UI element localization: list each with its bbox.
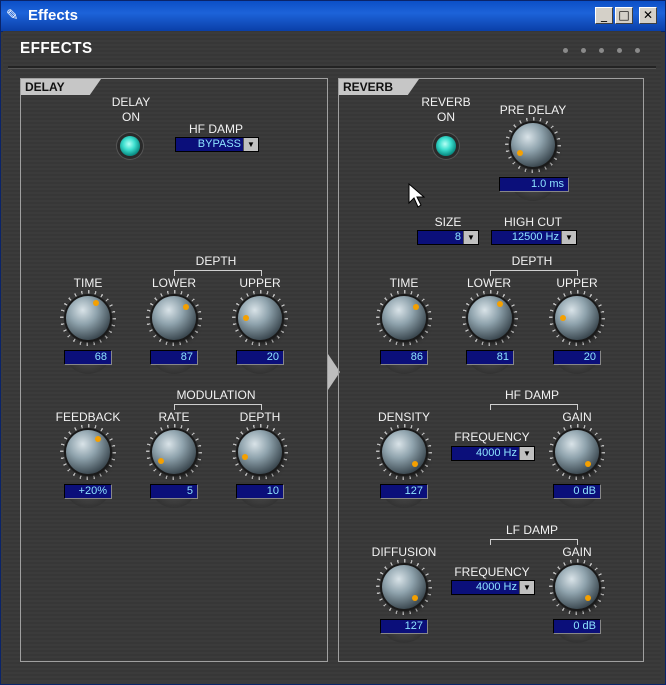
chevron-down-icon[interactable]: ▼ <box>519 581 534 594</box>
diffusion-label: DIFFUSION <box>371 545 437 559</box>
delay-upper-knob[interactable] <box>232 290 288 346</box>
window-title: Effects <box>28 7 79 24</box>
reverb-tab: REVERB <box>339 79 419 95</box>
app-icon: ✎ <box>6 7 19 24</box>
delay-time-knob[interactable] <box>60 290 116 346</box>
delay-mod-depth-label: DEPTH <box>239 410 281 424</box>
high-cut-select[interactable]: 12500 Hz ▼ <box>491 230 577 245</box>
hf-gain-knob[interactable] <box>549 424 605 480</box>
hf-frequency-value: 4000 Hz <box>476 447 517 459</box>
delay-depth-group-label: DEPTH <box>195 254 237 268</box>
delay-time-value[interactable]: 68 <box>64 350 112 365</box>
reverb-lower-value[interactable]: 81 <box>466 350 514 365</box>
grip-dot <box>581 48 586 53</box>
grip-dot <box>563 48 568 53</box>
pre-delay-label: PRE DELAY <box>499 103 567 117</box>
size-value: 8 <box>454 231 461 243</box>
grip-dot <box>635 48 640 53</box>
size-select[interactable]: 8 ▼ <box>417 230 479 245</box>
header-divider <box>8 66 656 69</box>
delay-upper-label: UPPER <box>239 276 281 290</box>
minimize-button[interactable]: _ <box>595 7 613 24</box>
high-cut-value: 12500 Hz <box>511 231 559 243</box>
delay-rate-knob[interactable] <box>146 424 202 480</box>
delay-upper-value[interactable]: 20 <box>236 350 284 365</box>
delay-lower-value[interactable]: 87 <box>150 350 198 365</box>
grip-dot <box>617 48 622 53</box>
lf-frequency-value: 4000 Hz <box>476 581 517 593</box>
hf-frequency-label: FREQUENCY <box>454 430 530 444</box>
delay-on-label: DELAY ON <box>111 95 151 124</box>
delay-time-label: TIME <box>73 276 103 290</box>
diffusion-knob[interactable] <box>376 559 432 615</box>
delay-lower-knob[interactable] <box>146 290 202 346</box>
reverb-depth-group-label: DEPTH <box>511 254 553 268</box>
reverb-time-label: TIME <box>389 276 419 290</box>
grip-dot <box>599 48 604 53</box>
pre-delay-value[interactable]: 1.0 ms <box>499 177 569 192</box>
delay-lower-label: LOWER <box>151 276 197 290</box>
density-value[interactable]: 127 <box>380 484 428 499</box>
delay-hf-damp-select[interactable]: BYPASS ▼ <box>175 137 259 152</box>
lf-frequency-label: FREQUENCY <box>454 565 530 579</box>
lf-gain-knob[interactable] <box>549 559 605 615</box>
delay-rate-value[interactable]: 5 <box>150 484 198 499</box>
delay-hf-damp-value: BYPASS <box>197 138 241 150</box>
delay-feedback-value[interactable]: +20% <box>64 484 112 499</box>
lf-gain-value[interactable]: 0 dB <box>553 619 601 634</box>
size-label: SIZE <box>434 215 462 229</box>
mouse-cursor-icon <box>408 183 426 208</box>
delay-rate-label: RATE <box>158 410 190 424</box>
delay-feedback-label: FEEDBACK <box>55 410 121 424</box>
delay-mod-depth-knob[interactable] <box>232 424 288 480</box>
hf-frequency-select[interactable]: 4000 Hz ▼ <box>451 446 535 461</box>
hf-gain-label: GAIN <box>562 410 592 424</box>
lf-frequency-select[interactable]: 4000 Hz ▼ <box>451 580 535 595</box>
chevron-down-icon[interactable]: ▼ <box>561 231 576 244</box>
chevron-down-icon[interactable]: ▼ <box>519 447 534 460</box>
high-cut-label: HIGH CUT <box>504 215 562 229</box>
close-button[interactable]: ✕ <box>639 7 657 24</box>
lf-damp-group-label: LF DAMP <box>505 523 559 537</box>
chevron-down-icon[interactable]: ▼ <box>463 231 478 244</box>
delay-modulation-group-label: MODULATION <box>176 388 256 402</box>
hf-gain-value[interactable]: 0 dB <box>553 484 601 499</box>
delay-on-led-button[interactable] <box>120 136 140 156</box>
reverb-upper-label: UPPER <box>556 276 598 290</box>
diffusion-value[interactable]: 127 <box>380 619 428 634</box>
hf-damp-group-label: HF DAMP <box>505 388 559 402</box>
chevron-down-icon[interactable]: ▼ <box>243 138 258 151</box>
delay-feedback-knob[interactable] <box>60 424 116 480</box>
reverb-time-knob[interactable] <box>376 290 432 346</box>
lf-gain-label: GAIN <box>562 545 592 559</box>
reverb-on-led-button[interactable] <box>436 136 456 156</box>
delay-hf-damp-label: HF DAMP <box>189 122 243 136</box>
reverb-on-label: REVERB ON <box>421 95 471 124</box>
title-bar[interactable]: ✎ Effects _ □ ✕ <box>1 1 665 32</box>
reverb-time-value[interactable]: 86 <box>380 350 428 365</box>
reverb-upper-knob[interactable] <box>549 290 605 346</box>
delay-tab: DELAY <box>21 79 101 95</box>
density-label: DENSITY <box>377 410 431 424</box>
delay-mod-depth-value[interactable]: 10 <box>236 484 284 499</box>
effects-header: EFFECTS <box>20 40 93 57</box>
reverb-upper-value[interactable]: 20 <box>553 350 601 365</box>
maximize-button[interactable]: □ <box>615 7 633 24</box>
pre-delay-knob[interactable] <box>505 117 561 173</box>
density-knob[interactable] <box>376 424 432 480</box>
reverb-lower-knob[interactable] <box>462 290 518 346</box>
reverb-lower-label: LOWER <box>466 276 512 290</box>
